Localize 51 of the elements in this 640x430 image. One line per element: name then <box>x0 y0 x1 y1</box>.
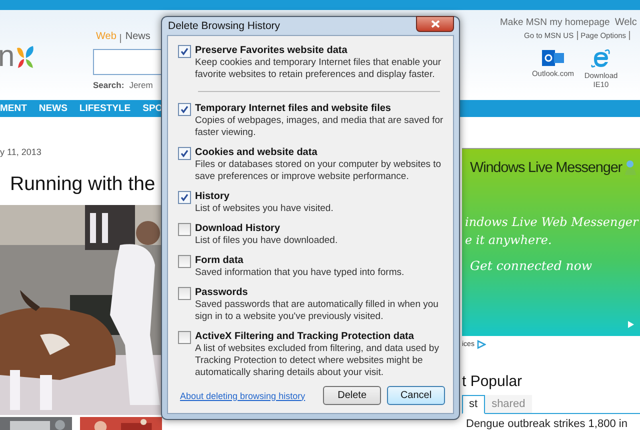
option-description: List of websites you have visited. <box>195 203 334 215</box>
checkbox[interactable] <box>178 287 191 300</box>
option-label[interactable]: Cookies and website data <box>195 146 445 159</box>
dialog-button[interactable]: Cancel <box>387 386 445 405</box>
play-icon <box>628 321 634 328</box>
option-label[interactable]: Passwords <box>195 286 445 299</box>
checkbox[interactable] <box>178 331 191 344</box>
logo-text: n <box>0 42 15 72</box>
checkbox[interactable] <box>178 223 191 236</box>
option-description: A list of websites excluded from filtering, and data used by Tracking Protection to detect where websites might be automatically sharing details about your visit. <box>195 343 440 379</box>
news-link[interactable]: Dengue outbreak strikes 1,800 in <box>462 414 640 430</box>
option-description: Saved information that you have typed into forms. <box>195 267 404 279</box>
homepage-link[interactable]: Make MSN my homepage <box>500 17 610 28</box>
option-label[interactable]: Download History <box>195 222 338 235</box>
option-label[interactable]: Preserve Favorites website data <box>195 44 445 57</box>
dialog-button[interactable]: Delete <box>323 386 382 405</box>
checkbox[interactable] <box>178 45 191 58</box>
people-icon <box>625 159 638 177</box>
article-date: y 11, 2013 <box>0 146 42 159</box>
article-headline[interactable]: Running with the <box>0 173 162 197</box>
ad-banner[interactable]: Windows Live Messenger indows Live Web Messenger e it anywhere. Get connected now <box>462 148 640 336</box>
close-icon[interactable] <box>430 20 440 28</box>
checkbox[interactable] <box>178 147 191 160</box>
section-title: t Popular <box>462 372 524 390</box>
trending-link[interactable]: Jerem <box>129 80 153 90</box>
browser-e-icon[interactable] <box>591 49 611 69</box>
ad-text: indows Live Web Messenger <box>465 214 640 231</box>
welcome-text: Welc <box>614 17 637 28</box>
help-link[interactable]: About deleting browsing history <box>180 390 306 400</box>
ad-choices-icon[interactable] <box>477 340 486 349</box>
option-label[interactable]: ActiveX Filtering and Tracking Protection data <box>195 330 445 343</box>
mail-icon[interactable] <box>542 49 564 67</box>
dialog-title: Delete Browsing History <box>167 20 280 32</box>
option-label[interactable]: Form data <box>195 254 404 267</box>
option-description: List of files you have downloaded. <box>195 235 338 247</box>
option-label[interactable]: History <box>195 190 334 203</box>
close-button[interactable] <box>416 16 454 32</box>
ad-text: e it anywhere. <box>465 232 553 249</box>
option-label[interactable]: Temporary Internet files and website files <box>195 102 445 115</box>
search-label: Search: <box>93 80 124 90</box>
option-description: Saved passwords that are automatically filled in when you sign in to a website you've previously visited. <box>195 299 440 323</box>
checkbox[interactable] <box>178 103 191 116</box>
checkbox[interactable] <box>178 191 191 204</box>
popular-tab[interactable]: st <box>462 395 485 414</box>
checkbox[interactable] <box>178 255 191 268</box>
ad-brand: Windows Live Messenger <box>470 160 622 176</box>
search-tab[interactable]: News <box>125 31 150 45</box>
option-description: Files or databases stored on your computer by websites to save preferences or improve website performance. <box>195 159 442 183</box>
butterfly-logo-icon <box>14 44 35 70</box>
option-description: Keep cookies and temporary Internet files that enable your favorite websites to retain preferences and display faster. <box>195 57 442 81</box>
option-description: Copies of webpages, images, and media that are saved for faster viewing. <box>195 115 444 139</box>
